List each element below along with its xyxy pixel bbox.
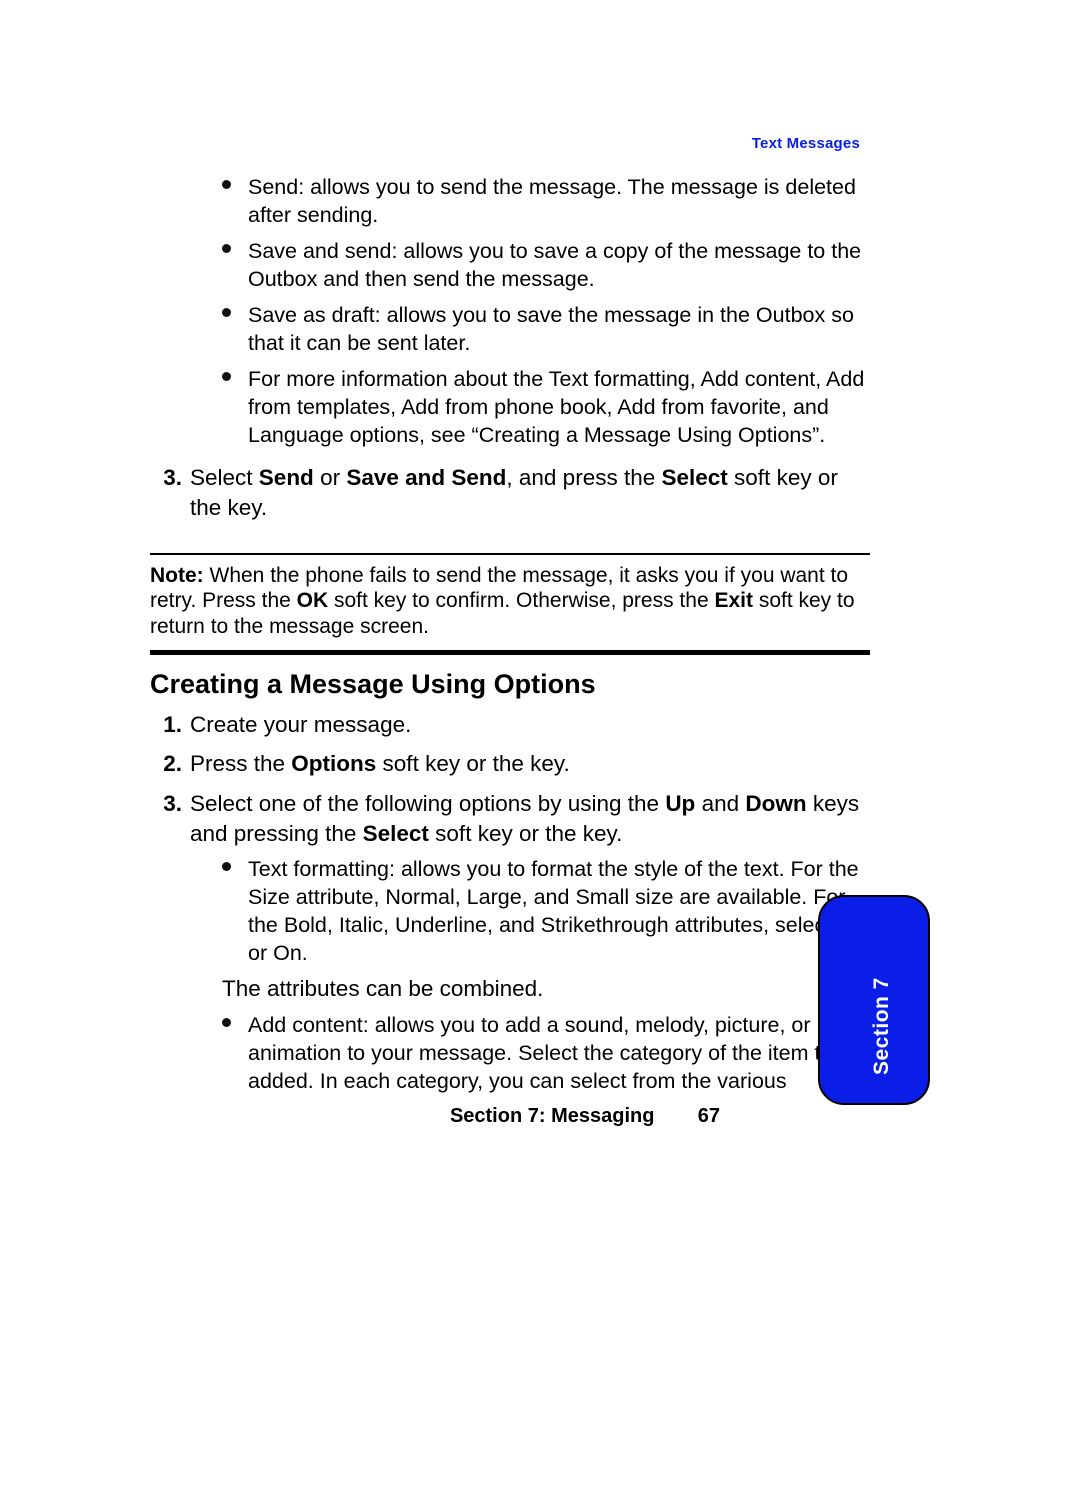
step-body: Create your message. — [190, 710, 870, 740]
rule-thin — [150, 553, 870, 555]
bold-exit: Exit — [714, 589, 753, 612]
list-item: Save as draft: allows you to save the me… — [222, 302, 870, 358]
bold-save-and-send: Save and Send — [346, 465, 506, 490]
bold-send: Send — [259, 465, 314, 490]
page-body: Text Messages Send: allows you to send t… — [150, 135, 870, 1096]
step-number: 1. — [150, 710, 190, 740]
text-run: , and press the — [506, 465, 661, 490]
step-number: 3. — [150, 789, 190, 848]
text-run: Select — [190, 465, 259, 490]
step-number: 2. — [150, 749, 190, 779]
step-3: 3. Select Send or Save and Send, and pre… — [150, 463, 870, 522]
list-item-text: Save as draft: allows you to save the me… — [248, 302, 870, 358]
page-footer: Section 7: Messaging 67 — [150, 1105, 720, 1128]
note-label: Note: — [150, 564, 204, 587]
list-item: Save and send: allows you to save a copy… — [222, 238, 870, 294]
bullet-icon — [222, 238, 248, 294]
note-text: soft key to confirm. Otherwise, press th… — [328, 589, 714, 612]
bold-select: Select — [662, 465, 728, 490]
bullet-list-options-2: Add content: allows you to add a sound, … — [150, 1012, 870, 1096]
bold-ok: OK — [297, 589, 329, 612]
page-number: 67 — [660, 1105, 720, 1128]
section-tab: Section 7 — [818, 895, 930, 1105]
step-body: Select Send or Save and Send, and press … — [190, 463, 870, 522]
bullet-list-continued: Send: allows you to send the message. Th… — [150, 174, 870, 449]
text-run: and — [695, 791, 745, 816]
text-run: soft key or the key. — [376, 751, 569, 776]
text-run: Select one of the following options by u… — [190, 791, 665, 816]
step-body: Press the Options soft key or the key. — [190, 749, 870, 779]
bullet-icon — [222, 856, 248, 968]
text-run: Press the — [190, 751, 291, 776]
text-run: soft key or the key. — [429, 821, 622, 846]
inline-note: The attributes can be combined. — [222, 974, 870, 1004]
step-2: 2. Press the Options soft key or the key… — [150, 749, 870, 779]
step-1: 1. Create your message. — [150, 710, 870, 740]
note-block: Note: When the phone fails to send the m… — [150, 563, 870, 640]
list-item: Text formatting: allows you to format th… — [222, 856, 870, 968]
list-item: Add content: allows you to add a sound, … — [222, 1012, 870, 1096]
list-item-text: Save and send: allows you to save a copy… — [248, 238, 870, 294]
running-header: Text Messages — [150, 135, 870, 152]
bullet-list-options: Text formatting: allows you to format th… — [150, 856, 870, 968]
bullet-icon — [222, 174, 248, 230]
step-body: Select one of the following options by u… — [190, 789, 870, 848]
bold-down: Down — [745, 791, 806, 816]
list-item-text: Add content: allows you to add a sound, … — [248, 1012, 870, 1096]
list-item-text: Send: allows you to send the message. Th… — [248, 174, 870, 230]
bullet-icon — [222, 302, 248, 358]
bold-options: Options — [291, 751, 376, 776]
section-heading: Creating a Message Using Options — [150, 669, 870, 700]
bullet-icon — [222, 366, 248, 450]
text-run: or — [314, 465, 347, 490]
bullet-icon — [222, 1012, 248, 1096]
section-tab-label: Section 7 — [870, 977, 894, 1075]
rule-heavy — [150, 650, 870, 655]
step-3b: 3. Select one of the following options b… — [150, 789, 870, 848]
list-item-text: Text formatting: allows you to format th… — [248, 856, 870, 968]
list-item-text: For more information about the Text form… — [248, 366, 870, 450]
bold-select2: Select — [363, 821, 429, 846]
footer-section-label: Section 7: Messaging — [450, 1105, 655, 1127]
step-number: 3. — [150, 463, 190, 522]
bold-up: Up — [665, 791, 695, 816]
list-item: For more information about the Text form… — [222, 366, 870, 450]
list-item: Send: allows you to send the message. Th… — [222, 174, 870, 230]
